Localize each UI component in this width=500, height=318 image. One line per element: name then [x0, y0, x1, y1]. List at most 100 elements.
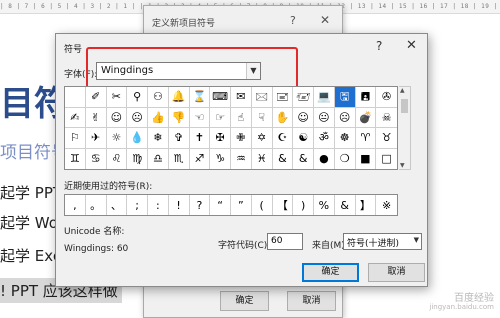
help-button[interactable]: ? [376, 39, 382, 53]
symbol-cell[interactable]: ♏ [169, 148, 190, 169]
symbol-cell[interactable]: ☪ [272, 128, 294, 149]
symbol-cell[interactable]: ✝ [189, 128, 211, 149]
symbol-cell[interactable]: ✐ [85, 87, 107, 108]
char-code-input[interactable]: 60 [267, 233, 303, 250]
symbol-cell[interactable]: 🖅 [293, 87, 314, 108]
symbol-cell[interactable]: ☜ [189, 107, 211, 128]
symbol-cell[interactable]: ♎ [148, 148, 169, 169]
recent-symbol-cell[interactable]: ※ [376, 195, 397, 215]
symbol-cell[interactable]: 🔔 [168, 87, 190, 108]
symbol-cell[interactable]: ☹ [334, 107, 356, 128]
symbol-cell[interactable]: 💧 [127, 128, 148, 149]
symbol-cell[interactable]: 🖃 [272, 87, 294, 108]
symbol-cell[interactable]: ☸ [334, 128, 356, 149]
symbol-cell[interactable]: ☼ [106, 128, 128, 149]
recent-symbol-cell[interactable]: ( [252, 195, 273, 215]
symbol-cell[interactable]: ❍ [335, 148, 356, 169]
symbol-cell[interactable]: ✇ [376, 87, 397, 108]
symbol-cell[interactable]: & [293, 148, 314, 169]
symbol-cell[interactable]: 💣 [355, 107, 377, 128]
recent-symbol-cell[interactable]: 。 [86, 195, 107, 215]
symbol-cell[interactable]: 👎 [168, 107, 190, 128]
symbol-cell[interactable]: 🖪 [355, 87, 377, 108]
symbol-cell[interactable]: ☺ [106, 107, 128, 128]
symbol-cell[interactable]: ✂ [106, 87, 128, 108]
symbol-cell[interactable]: ✍ [65, 107, 86, 128]
symbol-cell[interactable]: ☹ [127, 107, 148, 128]
symbol-cell[interactable]: ♊ [65, 148, 86, 169]
symbol-cell[interactable]: 😐 [314, 107, 335, 128]
symbol-dialog-title: 符号 [64, 45, 83, 55]
recent-symbol-cell[interactable]: 【 [273, 195, 294, 215]
recent-symbol-cell[interactable]: : [148, 195, 169, 215]
symbol-cell[interactable]: ☠ [376, 108, 397, 128]
symbol-cell[interactable] [65, 87, 86, 108]
recent-symbol-cell[interactable]: “ [210, 195, 231, 215]
recent-symbol-cell[interactable]: & [335, 195, 356, 215]
chevron-down-icon[interactable]: ▼ [246, 63, 260, 79]
symbol-cell[interactable]: ♐ [190, 148, 211, 169]
scroll-thumb[interactable] [401, 99, 408, 113]
symbol-cell[interactable]: ♋ [86, 148, 107, 169]
recent-symbol-cell[interactable]: ! [169, 195, 190, 215]
symbol-grid-scrollbar[interactable]: ▲ ▼ [399, 86, 411, 170]
close-icon[interactable]: ✕ [406, 38, 417, 53]
symbol-cell[interactable]: ✈ [85, 128, 107, 149]
symbol-cell[interactable]: ✡ [251, 128, 273, 149]
symbol-cell[interactable]: ⚐ [65, 128, 86, 149]
symbol-cell[interactable]: ♓ [252, 148, 273, 169]
symbol-cell[interactable]: ■ [356, 148, 377, 169]
font-select[interactable]: Wingdings ▼ [96, 62, 261, 80]
symbol-cell[interactable]: ✙ [231, 128, 252, 149]
define-bullet-ok-button[interactable]: 确定 [220, 291, 269, 311]
ok-button[interactable]: 确定 [302, 263, 359, 282]
define-bullet-cancel-button[interactable]: 取消 [287, 291, 336, 311]
symbol-cell[interactable]: ⚇ [148, 87, 169, 108]
symbol-cell[interactable]: ☟ [251, 107, 273, 128]
symbol-cell[interactable]: ⌛ [189, 87, 211, 108]
scroll-up-icon[interactable]: ▲ [400, 87, 405, 94]
symbol-cell[interactable]: □ [376, 149, 397, 170]
recent-symbol-cell[interactable]: ) [293, 195, 314, 215]
symbol-cell[interactable]: ✠ [210, 128, 231, 149]
symbol-cell[interactable]: ● [314, 148, 335, 169]
recent-symbol-cell[interactable]: 】 [356, 195, 377, 215]
recent-symbol-cell[interactable]: ; [127, 195, 148, 215]
symbol-cell[interactable]: 🖂 [251, 87, 273, 108]
symbol-cell[interactable]: ⚲ [127, 87, 148, 108]
symbol-cell[interactable]: ♉ [376, 128, 397, 149]
cancel-button[interactable]: 取消 [368, 263, 425, 282]
symbol-cell[interactable]: ✉ [231, 87, 252, 108]
symbol-cell[interactable]: & [273, 148, 294, 169]
symbol-cell[interactable]: ♍ [127, 148, 148, 169]
symbol-cell[interactable]: ☞ [210, 107, 231, 128]
symbol-cell[interactable]: ♌ [107, 148, 128, 169]
recent-symbol-cell[interactable]: % [314, 195, 335, 215]
symbol-cell[interactable]: ✞ [168, 128, 190, 149]
from-select[interactable]: 符号(十进制) ▼ [343, 233, 422, 250]
chevron-down-icon[interactable]: ▼ [414, 236, 419, 244]
recent-symbols-grid[interactable]: ,。、;:!? “”(【)% &】 ※ [64, 194, 398, 216]
symbol-cell[interactable]: 💻 [314, 87, 335, 108]
recent-symbol-cell[interactable]: ” [231, 195, 252, 215]
symbol-cell[interactable]: ❄ [148, 128, 169, 149]
symbol-cell[interactable]: ☝ [231, 107, 252, 128]
recent-symbol-cell[interactable]: 、 [107, 195, 128, 215]
symbol-grid[interactable]: ✐ ✂ ⚲ ⚇ 🔔 ⌛ ⌨ ✉ 🖂 🖃 🖅 💻 🖫 🖪 ✇ ✍ ✌ ☺ ☹ 👍 👎 ☜ ☞ ☝ ☟ ✋ ☺ 😐 ☹ 💣 ☠ ⚐ ✈ ☼ 💧 ❄ ✞ ✝ ✠ ✙… [64, 86, 398, 170]
symbol-cell[interactable]: ✌ [85, 107, 107, 128]
recent-symbol-cell[interactable]: ? [190, 195, 211, 215]
symbol-cell[interactable]: ♒ [231, 148, 252, 169]
close-icon[interactable]: ✕ [320, 13, 330, 27]
symbol-cell[interactable]: ॐ [314, 128, 335, 149]
symbol-cell[interactable]: ♑ [210, 148, 231, 169]
symbol-cell[interactable]: ⌨ [210, 87, 231, 108]
scroll-down-icon[interactable]: ▼ [400, 162, 405, 169]
symbol-cell[interactable]: ♈ [355, 128, 377, 149]
symbol-cell[interactable]: 👍 [148, 107, 169, 128]
help-button[interactable]: ? [290, 14, 296, 27]
symbol-cell[interactable]: ✋ [272, 107, 294, 128]
recent-symbol-cell[interactable]: , [65, 195, 86, 215]
symbol-cell[interactable]: ☯ [293, 128, 314, 149]
symbol-cell[interactable]: ☺ [293, 107, 314, 128]
symbol-cell-selected[interactable]: 🖫 [334, 87, 356, 108]
